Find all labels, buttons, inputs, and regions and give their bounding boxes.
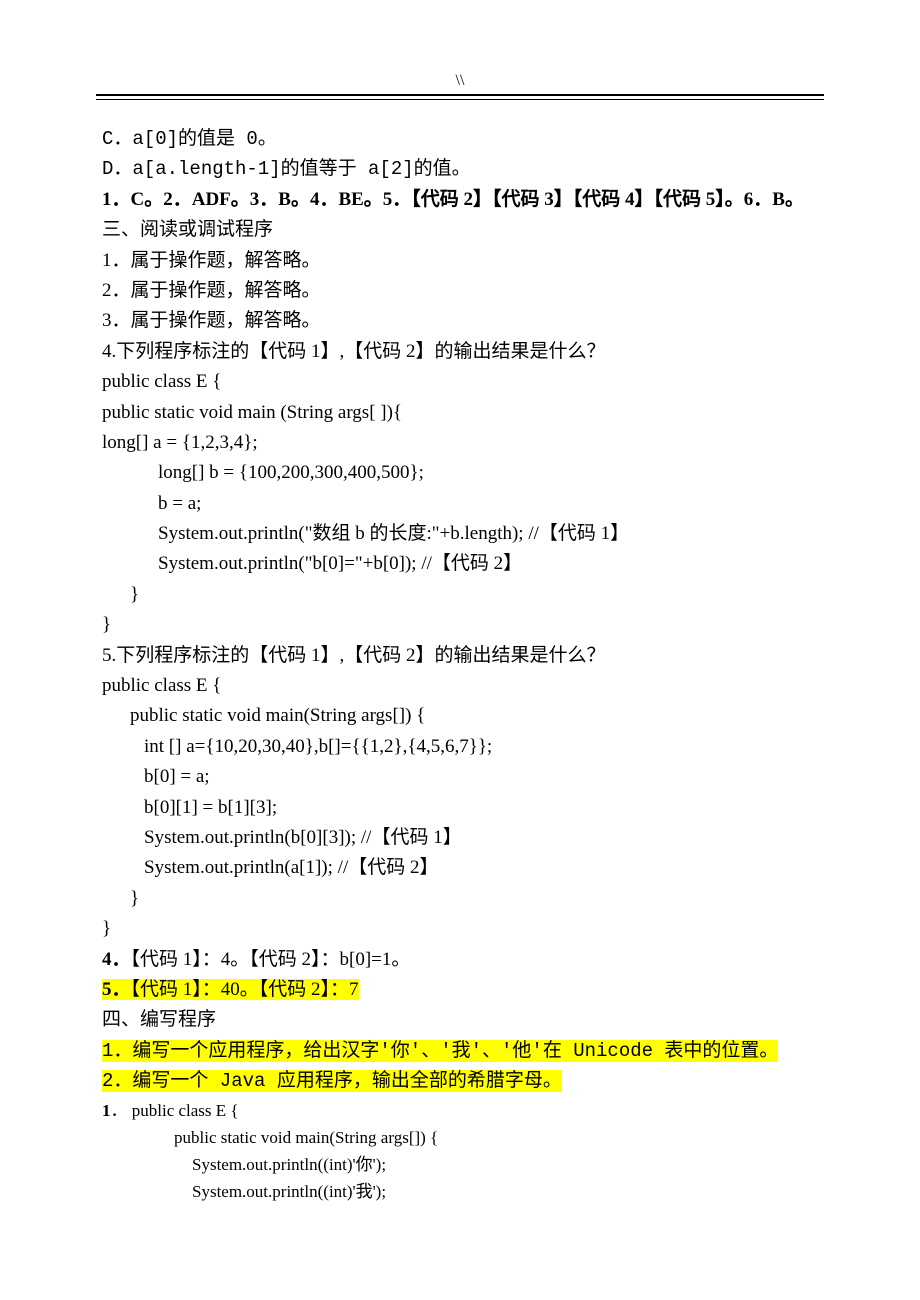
code4-line-6: System.out.println("数组 b 的长度:"+b.length)… <box>102 519 818 549</box>
code4-line-1: public class E { <box>102 367 818 397</box>
code4-line-9: } <box>102 610 818 640</box>
section-3-title: 三、阅读或调试程序 <box>102 215 818 245</box>
sec3-q4: 4.下列程序标注的【代码 1】,【代码 2】的输出结果是什么？ <box>102 337 818 367</box>
code4-line-4: long[] b = {100,200,300,400,500}; <box>102 458 818 488</box>
sec4-a1-rest: ． public class E { <box>111 1101 239 1120</box>
code4-line-8: } <box>102 580 818 610</box>
code4-line-7: System.out.println("b[0]="+b[0]); //【代码 … <box>102 549 818 579</box>
sec3-item-3: 3．属于操作题，解答略。 <box>102 306 818 336</box>
sec4-q1: 1．编写一个应用程序，给出汉字'你'、'我'、'他'在 Unicode 表中的位… <box>102 1036 818 1066</box>
sec3-q5: 5.下列程序标注的【代码 1】,【代码 2】的输出结果是什么？ <box>102 641 818 671</box>
section-4-title: 四、编写程序 <box>102 1005 818 1035</box>
code4-line-5: b = a; <box>102 489 818 519</box>
sec3-item-2: 2．属于操作题，解答略。 <box>102 276 818 306</box>
code5-line-2: public static void main(String args[]) { <box>102 701 818 731</box>
sec4-q2-text: 2．编写一个 Java 应用程序，输出全部的希腊字母。 <box>102 1070 562 1092</box>
answer-5-rest: 【代码 1】：40。【代码 2】：7 <box>131 979 359 1000</box>
code5-line-3: int [] a={10,20,30,40},b[]={{1,2},{4,5,6… <box>102 732 818 762</box>
sec4-a1-pre: 1 <box>102 1101 111 1120</box>
code5-line-9: } <box>102 914 818 944</box>
body-content: C．a[0]的值是 0。 D．a[a.length-1]的值等于 a[2]的值。… <box>102 124 818 1205</box>
answer-5: 5．【代码 1】：40。【代码 2】：7 <box>102 975 818 1005</box>
sec4-a1-line-2: public static void main(String args[]) { <box>102 1124 818 1151</box>
header-rule-top <box>96 94 824 96</box>
option-c: C．a[0]的值是 0。 <box>102 124 818 154</box>
answer-5-pre: 5． <box>102 979 131 1000</box>
answer-4-pre: 4． <box>102 949 131 970</box>
sec4-a1-line-4: System.out.println((int)'我'); <box>102 1178 818 1205</box>
code5-line-6: System.out.println(b[0][3]); //【代码 1】 <box>102 823 818 853</box>
code5-line-7: System.out.println(a[1]); //【代码 2】 <box>102 853 818 883</box>
code5-line-1: public class E { <box>102 671 818 701</box>
sec4-q2: 2．编写一个 Java 应用程序，输出全部的希腊字母。 <box>102 1066 818 1096</box>
sec3-item-1: 1．属于操作题，解答略。 <box>102 246 818 276</box>
option-d: D．a[a.length-1]的值等于 a[2]的值。 <box>102 154 818 184</box>
sec4-a1-line-1: 1． public class E { <box>102 1097 818 1124</box>
answer-4: 4．【代码 1】：4。【代码 2】：b[0]=1。 <box>102 945 818 975</box>
code5-line-4: b[0] = a; <box>102 762 818 792</box>
answers-line-1: 1．C。2．ADF。3．B。4．BE。5．【代码 2】【代码 3】【代码 4】【… <box>102 185 818 215</box>
code5-line-5: b[0][1] = b[1][3]; <box>102 793 818 823</box>
sec4-a1-line-3: System.out.println((int)'你'); <box>102 1151 818 1178</box>
document-page: \\ C．a[0]的值是 0。 D．a[a.length-1]的值等于 a[2]… <box>0 0 920 1285</box>
answers-line-1-text: 1．C。2．ADF。3．B。4．BE。5．【代码 2】【代码 3】【代码 4】【… <box>102 189 804 210</box>
sec4-q1-text: 1．编写一个应用程序，给出汉字'你'、'我'、'他'在 Unicode 表中的位… <box>102 1040 778 1062</box>
code4-line-2: public static void main (String args[ ])… <box>102 398 818 428</box>
code5-line-8: } <box>102 884 818 914</box>
answer-4-rest: 【代码 1】：4。【代码 2】：b[0]=1。 <box>131 949 411 970</box>
header-mark: \\ <box>102 72 818 90</box>
code4-line-3: long[] a = {1,2,3,4}; <box>102 428 818 458</box>
header-rule-bottom <box>96 99 824 100</box>
